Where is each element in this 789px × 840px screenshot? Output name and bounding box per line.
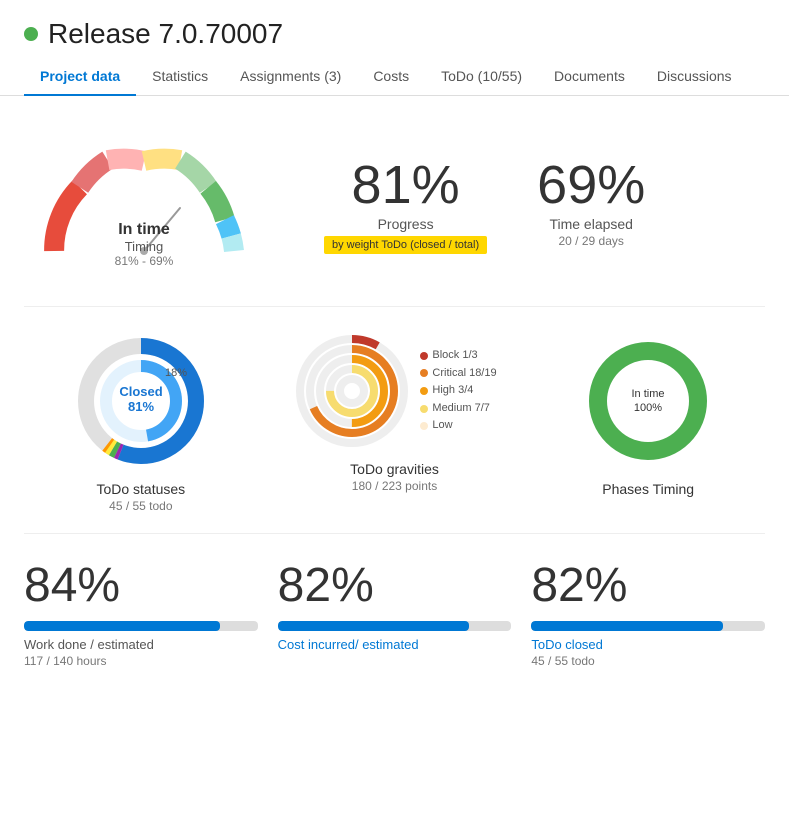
progress-label: Progress: [324, 216, 487, 232]
todo-closed-bar-container: [531, 621, 765, 631]
work-done-bar-container: [24, 621, 258, 631]
legend-dot: [420, 422, 428, 430]
progress-percent: 81%: [324, 158, 487, 212]
nav-item-todo[interactable]: ToDo (10/55): [425, 58, 538, 96]
time-elapsed-label: Time elapsed: [537, 216, 645, 232]
todo-closed-bar-fill: [531, 621, 723, 631]
cost-incurred-bar-container: [278, 621, 512, 631]
section-charts: Closed 81% 18% ToDo statuses 45 / 55 tod…: [24, 307, 765, 534]
todo-statuses-title: ToDo statuses: [96, 481, 185, 497]
legend-dot: [420, 369, 428, 377]
section-overview: In time Timing 81% - 69% 81% Progress by…: [24, 116, 765, 307]
legend-label: High 3/4: [432, 382, 473, 400]
legend-dot: [420, 405, 428, 413]
todo-closed-label[interactable]: ToDo closed: [531, 637, 765, 652]
todo-gravities-chart: Block 1/3Critical 18/19High 3/4Medium 7/…: [278, 331, 512, 513]
work-done-bar-fill: [24, 621, 220, 631]
todo-gravities-subtitle: 180 / 223 points: [352, 479, 437, 493]
page-content: In time Timing 81% - 69% 81% Progress by…: [0, 96, 789, 698]
gauge-label: In time Timing 81% - 69%: [115, 221, 174, 268]
todo-closed-percent: 82%: [531, 558, 765, 613]
cost-incurred-label[interactable]: Cost incurred/ estimated: [278, 637, 512, 652]
phases-timing-svg: In time 100%: [578, 331, 718, 471]
cost-incurred-block: 82% Cost incurred/ estimated: [278, 558, 512, 668]
svg-text:18%: 18%: [165, 367, 187, 379]
work-done-sublabel: 117 / 140 hours: [24, 654, 258, 668]
time-elapsed-percent: 69%: [537, 158, 645, 212]
gravities-legend: Block 1/3Critical 18/19High 3/4Medium 7/…: [420, 347, 496, 435]
cost-incurred-bar-fill: [278, 621, 470, 631]
legend-row: Block 1/3: [420, 347, 496, 365]
nav-item-documents[interactable]: Documents: [538, 58, 641, 96]
work-done-block: 84% Work done / estimated 117 / 140 hour…: [24, 558, 258, 668]
legend-row: Medium 7/7: [420, 400, 496, 418]
legend-label: Low: [432, 417, 452, 435]
section-progress: 84% Work done / estimated 117 / 140 hour…: [24, 534, 765, 678]
stat-time-elapsed: 69% Time elapsed 20 / 29 days: [537, 158, 645, 248]
todo-gravities-title: ToDo gravities: [350, 461, 439, 477]
svg-text:In time: In time: [632, 388, 665, 400]
release-status-dot: [24, 27, 38, 41]
release-title: Release 7.0.70007: [48, 18, 283, 50]
nav-item-discussions[interactable]: Discussions: [641, 58, 748, 96]
stat-progress: 81% Progress by weight ToDo (closed / to…: [324, 158, 487, 254]
phases-timing-chart: In time 100% Phases Timing: [531, 331, 765, 513]
page-header: Release 7.0.70007: [0, 0, 789, 50]
todo-closed-sublabel: 45 / 55 todo: [531, 654, 765, 668]
nav-tabs: Project dataStatisticsAssignments (3)Cos…: [0, 58, 789, 96]
nav-item-statistics[interactable]: Statistics: [136, 58, 224, 96]
todo-statuses-subtitle: 45 / 55 todo: [109, 499, 172, 513]
legend-row: Low: [420, 417, 496, 435]
gauge-range: 81% - 69%: [115, 254, 174, 268]
svg-text:81%: 81%: [128, 399, 154, 414]
todo-closed-block: 82% ToDo closed 45 / 55 todo: [531, 558, 765, 668]
phases-timing-title: Phases Timing: [602, 481, 694, 497]
todo-statuses-chart: Closed 81% 18% ToDo statuses 45 / 55 tod…: [24, 331, 258, 513]
nav-item-costs[interactable]: Costs: [357, 58, 425, 96]
todo-statuses-svg: Closed 81% 18%: [71, 331, 211, 471]
svg-text:Closed: Closed: [119, 384, 162, 399]
legend-label: Block 1/3: [432, 347, 477, 365]
gauge-status: In time: [115, 221, 174, 239]
todo-gravities-svg: [292, 331, 412, 451]
time-elapsed-sublabel: 20 / 29 days: [537, 234, 645, 248]
legend-label: Critical 18/19: [432, 365, 496, 383]
svg-text:100%: 100%: [634, 402, 662, 414]
gravities-wrapper: Block 1/3Critical 18/19High 3/4Medium 7/…: [292, 331, 496, 451]
progress-badge: by weight ToDo (closed / total): [324, 236, 487, 254]
legend-dot: [420, 387, 428, 395]
legend-row: High 3/4: [420, 382, 496, 400]
nav-item-assignments[interactable]: Assignments (3): [224, 58, 357, 96]
nav-item-project-data[interactable]: Project data: [24, 58, 136, 96]
legend-label: Medium 7/7: [432, 400, 489, 418]
gauge-type: Timing: [115, 239, 174, 254]
work-done-label: Work done / estimated: [24, 637, 258, 652]
work-done-percent: 84%: [24, 558, 258, 613]
legend-dot: [420, 352, 428, 360]
legend-row: Critical 18/19: [420, 365, 496, 383]
timing-gauge: In time Timing 81% - 69%: [24, 136, 264, 276]
stats-area: 81% Progress by weight ToDo (closed / to…: [324, 158, 645, 254]
cost-incurred-percent: 82%: [278, 558, 512, 613]
